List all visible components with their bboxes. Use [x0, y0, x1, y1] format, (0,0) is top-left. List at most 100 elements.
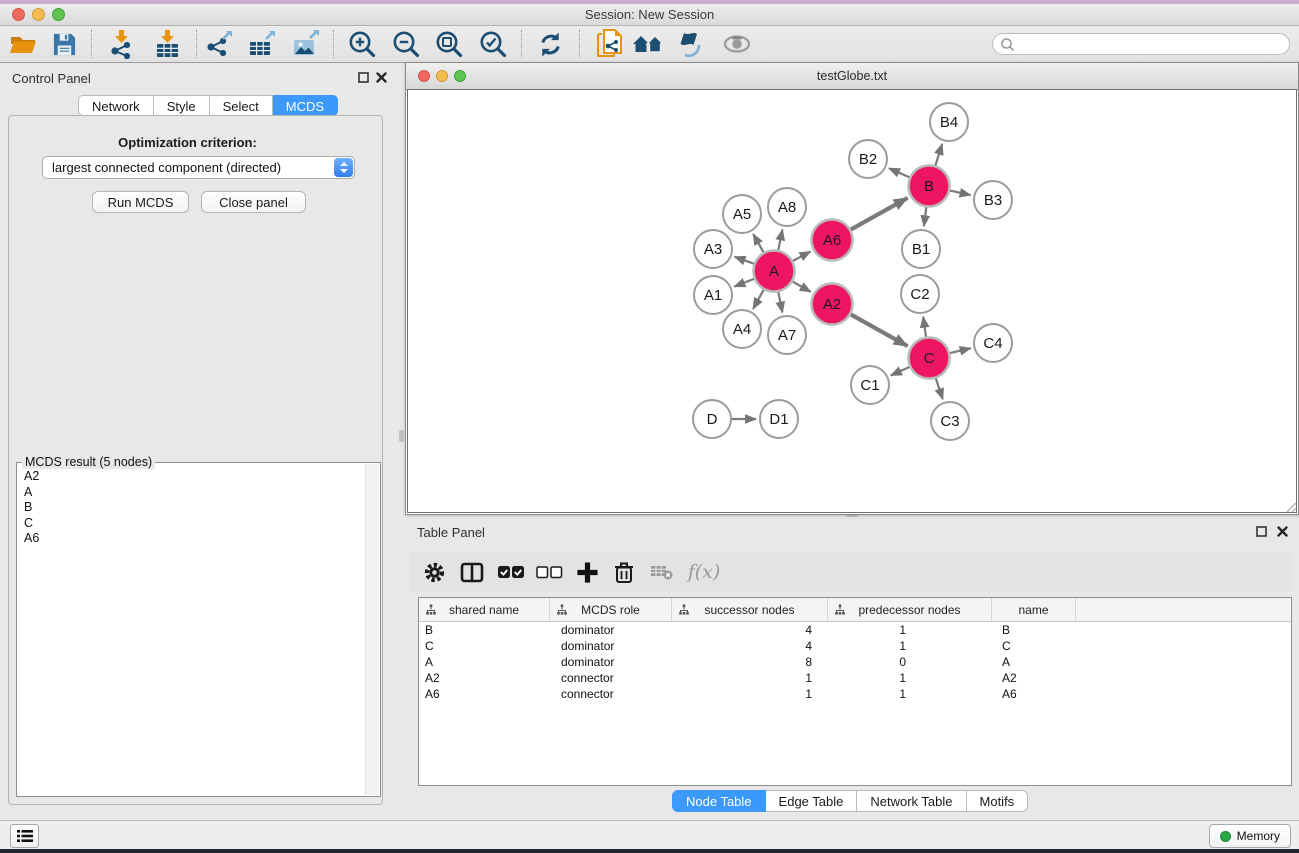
network-from-file-button[interactable] — [590, 26, 628, 62]
criterion-dropdown[interactable]: largest connected component (directed) — [42, 156, 355, 179]
home-button[interactable] — [629, 26, 667, 62]
column-header-predecessor-nodes[interactable]: predecessor nodes — [828, 598, 992, 621]
table-cell[interactable]: B — [992, 622, 1076, 638]
table-row[interactable]: A2connector11A2 — [419, 670, 1291, 686]
table-cell[interactable]: 4 — [672, 638, 828, 654]
float-table-panel-button[interactable] — [1255, 525, 1268, 538]
close-table-panel-button[interactable] — [1276, 525, 1289, 538]
network-graph[interactable]: B4B2BB3A8A5A6A3B1AC2A1A2A4A7C4CC1DD1C3 — [408, 90, 1298, 514]
export-network-button[interactable] — [201, 26, 239, 62]
mcds-result-item[interactable]: A2 — [18, 469, 365, 485]
column-header-MCDS-role[interactable]: MCDS role — [550, 598, 672, 621]
task-history-button[interactable] — [10, 824, 39, 848]
table-cell[interactable]: A6 — [419, 686, 550, 702]
graph-edge-A-A2[interactable] — [793, 282, 811, 292]
table-cell[interactable]: 1 — [828, 670, 992, 686]
tab-node-table[interactable]: Node Table — [672, 790, 766, 812]
table-cell[interactable]: 1 — [672, 670, 828, 686]
tab-motifs[interactable]: Motifs — [967, 790, 1029, 812]
graph-edge-C-C1[interactable] — [891, 367, 910, 375]
graph-edge-A-A8[interactable] — [778, 230, 782, 250]
network-canvas[interactable]: B4B2BB3A8A5A6A3B1AC2A1A2A4A7C4CC1DD1C3 — [407, 89, 1297, 513]
mcds-result-item[interactable]: A — [18, 485, 365, 501]
graph-edge-B-B1[interactable] — [924, 207, 926, 226]
zoom-fit-button[interactable] — [430, 26, 468, 62]
import-table-button[interactable] — [148, 26, 186, 62]
table-row[interactable]: Cdominator41C — [419, 638, 1291, 654]
function-builder-button[interactable]: f(x) — [682, 552, 726, 592]
apply-layout-button[interactable] — [531, 26, 569, 62]
memory-button[interactable]: Memory — [1209, 824, 1291, 848]
table-cell[interactable]: 0 — [828, 654, 992, 670]
table-cell[interactable]: 1 — [828, 686, 992, 702]
zoom-out-button[interactable] — [387, 26, 425, 62]
search-input[interactable] — [1015, 34, 1289, 54]
import-network-button[interactable] — [102, 26, 140, 62]
node-table[interactable]: shared nameMCDS rolesuccessor nodesprede… — [418, 597, 1292, 786]
table-settings-button[interactable] — [416, 552, 452, 592]
tab-select[interactable]: Select — [210, 95, 273, 116]
delete-row-button[interactable] — [606, 552, 642, 592]
graph-edge-C-C2[interactable] — [923, 317, 926, 337]
column-header-shared-name[interactable]: shared name — [419, 598, 550, 621]
tab-network-table[interactable]: Network Table — [857, 790, 966, 812]
table-cell[interactable]: connector — [550, 686, 672, 702]
table-cell[interactable]: dominator — [550, 638, 672, 654]
network-window-titlebar[interactable]: testGlobe.txt — [406, 63, 1298, 90]
table-row[interactable]: A6connector11A6 — [419, 686, 1291, 702]
table-cell[interactable]: A — [419, 654, 550, 670]
table-row[interactable]: Adominator80A — [419, 654, 1291, 670]
graph-edge-A6-B[interactable] — [851, 198, 908, 230]
mcds-result-list[interactable]: A2ABCA6 — [18, 469, 365, 795]
panel-divider-handle[interactable] — [399, 430, 404, 442]
graph-edge-A-A4[interactable] — [753, 290, 764, 309]
save-session-button[interactable] — [45, 26, 83, 62]
table-cell[interactable]: 1 — [828, 622, 992, 638]
show-graphics-details-button[interactable] — [718, 26, 756, 62]
resize-corner-icon[interactable] — [1283, 499, 1297, 513]
column-header-name[interactable]: name — [992, 598, 1076, 621]
search-field[interactable] — [992, 33, 1290, 55]
show-columns-button[interactable] — [454, 552, 490, 592]
table-cell[interactable]: C — [419, 638, 550, 654]
table-cell[interactable]: A2 — [419, 670, 550, 686]
tab-edge-table[interactable]: Edge Table — [766, 790, 858, 812]
run-mcds-button[interactable]: Run MCDS — [92, 191, 189, 213]
graph-edge-C-C4[interactable] — [950, 348, 971, 353]
graph-edge-C-C3[interactable] — [936, 378, 943, 399]
mcds-result-item[interactable]: C — [18, 516, 365, 532]
tab-network[interactable]: Network — [78, 95, 154, 116]
delete-table-button[interactable] — [643, 552, 679, 592]
table-cell[interactable]: B — [419, 622, 550, 638]
deselect-all-rows-button[interactable] — [531, 552, 567, 592]
table-cell[interactable]: dominator — [550, 654, 672, 670]
table-row[interactable]: Bdominator41B — [419, 622, 1291, 638]
table-cell[interactable]: 1 — [828, 638, 992, 654]
graph-edge-A2-C[interactable] — [851, 314, 908, 346]
zoom-in-button[interactable] — [343, 26, 381, 62]
graph-edge-A-A1[interactable] — [734, 279, 754, 287]
graph-edge-B-B2[interactable] — [889, 168, 909, 177]
table-cell[interactable]: dominator — [550, 622, 672, 638]
open-session-button[interactable] — [4, 26, 42, 62]
graph-edge-A-A3[interactable] — [735, 257, 754, 264]
mcds-result-scrollbar[interactable] — [365, 464, 379, 795]
hide-annotations-button[interactable] — [673, 26, 711, 62]
float-panel-button[interactable] — [357, 71, 370, 84]
tab-mcds[interactable]: MCDS — [273, 95, 338, 116]
close-panel-button[interactable] — [375, 71, 388, 84]
table-cell[interactable]: connector — [550, 670, 672, 686]
graph-edge-A-A5[interactable] — [753, 234, 763, 252]
tab-style[interactable]: Style — [154, 95, 210, 116]
table-cell[interactable]: A6 — [992, 686, 1076, 702]
mcds-result-item[interactable]: A6 — [18, 531, 365, 547]
graph-edge-A-A6[interactable] — [793, 252, 810, 261]
export-table-button[interactable] — [243, 26, 281, 62]
select-all-rows-button[interactable] — [493, 552, 529, 592]
mcds-result-item[interactable]: B — [18, 500, 365, 516]
table-cell[interactable]: A — [992, 654, 1076, 670]
table-cell[interactable]: 1 — [672, 686, 828, 702]
table-cell[interactable]: 8 — [672, 654, 828, 670]
export-image-button[interactable] — [287, 26, 325, 62]
add-row-button[interactable] — [569, 552, 605, 592]
